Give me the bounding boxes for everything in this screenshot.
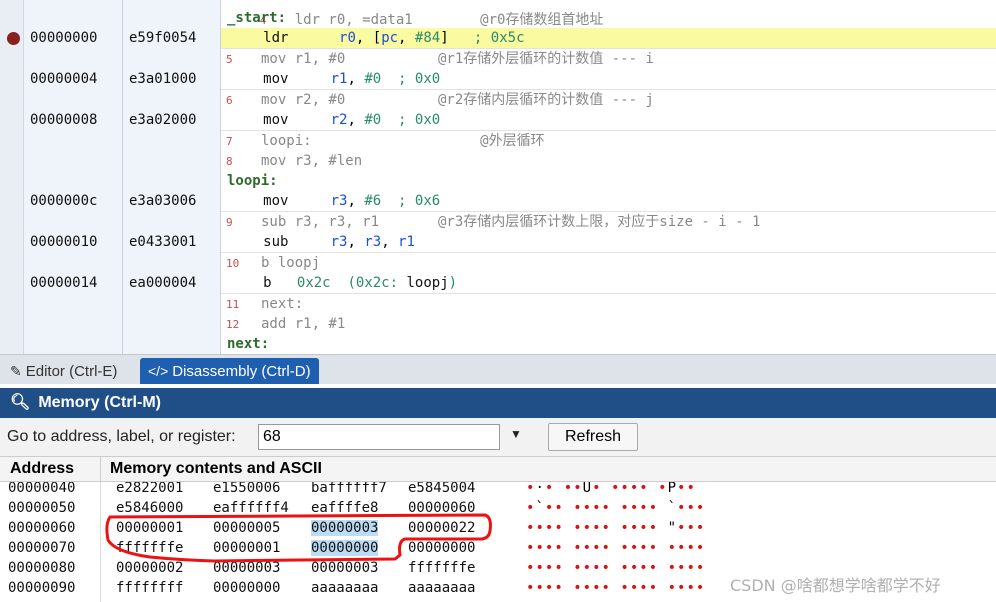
memory-row-address: 00000090: [8, 580, 76, 596]
address-column: [24, 0, 123, 354]
memory-word[interactable]: ffffffff: [116, 580, 183, 596]
instruction-address: 00000004: [30, 71, 98, 87]
source-line: 10 b loopj: [226, 255, 321, 271]
memory-word[interactable]: baffffff7: [311, 482, 387, 496]
instruction-address: 00000008: [30, 112, 98, 128]
memory-word[interactable]: 00000003: [213, 560, 280, 576]
memory-word[interactable]: e5846000: [116, 500, 183, 516]
instruction-line[interactable]: b 0x2c (0x2c: loopj): [221, 273, 996, 293]
instruction-line[interactable]: mov r2, #0 ; 0x0: [221, 110, 996, 130]
instruction-address: 0000000c: [30, 193, 98, 209]
instruction-line[interactable]: sub r3, r3, r1: [221, 232, 996, 252]
operands: r0: [339, 30, 356, 46]
instruction-line[interactable]: mov r3, #6 ; 0x6: [221, 191, 996, 211]
instruction-address: 00000010: [30, 234, 98, 250]
code-icon: </>: [148, 363, 169, 379]
memory-ascii: •••• •••• •••• "•••: [526, 520, 706, 536]
breakpoint-marker[interactable]: [7, 32, 20, 45]
memory-word[interactable]: aaaaaaaa: [311, 580, 378, 596]
instruction-opcode: e3a01000: [129, 71, 197, 87]
breakpoint-gutter[interactable]: [0, 0, 24, 354]
memory-row-address: 00000040: [8, 482, 76, 496]
memory-word[interactable]: 00000001: [116, 520, 183, 536]
memory-table-header: Address Memory contents and ASCII: [0, 456, 996, 483]
source-line: 6 mov r2, #0 @r2存储内层循环的计数值 --- j: [226, 92, 654, 108]
memory-word[interactable]: 00000000: [408, 540, 475, 556]
label-line: next:: [227, 336, 270, 352]
instruction-line-current[interactable]: ldr r0, [pc, #84] ; 0x5c: [221, 28, 996, 48]
memory-word[interactable]: 00000002: [116, 560, 183, 576]
source-line: 11 next:: [226, 296, 304, 312]
source-line: 9 sub r3, r3, r1 @r3存储内层循环计数上限，对应于size - …: [226, 214, 761, 230]
memory-row-address: 00000060: [8, 520, 76, 536]
instruction-line[interactable]: mov r1, #0 ; 0x0: [221, 69, 996, 89]
memory-word[interactable]: fffffffe: [408, 560, 475, 576]
memory-row-address: 00000070: [8, 540, 76, 556]
instruction-opcode: e59f0054: [129, 30, 197, 46]
goto-address-input[interactable]: [258, 424, 500, 450]
memory-row: 00000070 fffffffe 00000001 00000000 00000000…: [0, 540, 996, 560]
source-line: 8 mov r3, #len: [226, 153, 363, 169]
tab-editor[interactable]: ✎ Editor (Ctrl-E): [2, 358, 125, 384]
opcode-column: [123, 0, 221, 354]
memory-word[interactable]: 00000060: [408, 500, 475, 516]
memory-panel-header[interactable]: 🔍︎ Memory (Ctrl-M): [0, 388, 996, 418]
column-header-contents: Memory contents and ASCII: [110, 460, 322, 477]
source-line: 5 mov r1, #0 @r1存储外层循环的计数值 --- i: [226, 51, 654, 67]
memory-row: 00000050 e5846000 eaffffff4 eaffffe8 0000006…: [0, 500, 996, 520]
memory-word[interactable]: 00000003: [311, 520, 379, 536]
memory-word[interactable]: e2822001: [116, 482, 183, 496]
memory-row-address: 00000050: [8, 500, 76, 516]
memory-word[interactable]: e1550006: [213, 482, 280, 496]
edit-icon: ✎: [10, 363, 22, 379]
refresh-button[interactable]: Refresh: [548, 423, 638, 451]
goto-label: Go to address, label, or register:: [7, 428, 236, 445]
label-line: _start:: [227, 10, 287, 26]
memory-word[interactable]: aaaaaaaa: [408, 580, 475, 596]
view-tab-bar: ✎ Editor (Ctrl-E) </> Disassembly (Ctrl-D): [0, 354, 996, 384]
instruction-address: 00000014: [30, 275, 98, 291]
memory-ascii: •`•• •••• •••• `•••: [526, 500, 706, 516]
disassembly-view: 4 ldr r0, =data1 @r0存储数组首地址 _start: ldr r…: [0, 0, 996, 354]
memory-word[interactable]: 00000000: [213, 580, 280, 596]
memory-word[interactable]: 00000022: [408, 520, 475, 536]
memory-word[interactable]: 00000005: [213, 520, 280, 536]
memory-word[interactable]: eaffffe8: [311, 500, 378, 516]
watermark: CSDN @啥都想学啥都学不好: [730, 576, 941, 595]
memory-ascii: •••• •••• •••• ••••: [526, 580, 706, 596]
memory-word[interactable]: 00000001: [213, 540, 280, 556]
label-line: loopi:: [227, 173, 278, 189]
instruction-opcode: e0433001: [129, 234, 197, 250]
memory-row: 00000040 e2822001 e1550006 baffffff7 e584500…: [0, 482, 996, 500]
memory-ascii: •·• ••U• •••• •P••: [526, 482, 696, 496]
memory-row-address: 00000080: [8, 560, 76, 576]
memory-word[interactable]: 00000000: [311, 540, 379, 556]
instruction-opcode: ea000004: [129, 275, 197, 291]
source-line: 7 loopi: @外层循环: [226, 133, 545, 149]
instruction-opcode: e3a03006: [129, 193, 197, 209]
instruction-address: 00000000: [30, 30, 98, 46]
memory-word[interactable]: 00000003: [311, 560, 378, 576]
memory-word[interactable]: fffffffe: [116, 540, 183, 556]
instruction-opcode: e3a02000: [129, 112, 197, 128]
tab-disassembly[interactable]: </> Disassembly (Ctrl-D): [140, 358, 319, 384]
memory-ascii: •••• •••• •••• ••••: [526, 560, 706, 576]
search-icon: 🔍︎: [10, 394, 31, 411]
goto-address-bar: Go to address, label, or register: ▼ Ref…: [0, 418, 996, 456]
memory-word[interactable]: e5845004: [408, 482, 475, 496]
source-line: 12 add r1, #1: [226, 316, 346, 332]
memory-row: 00000060 00000001 00000005 00000003 00000022…: [0, 520, 996, 540]
chevron-down-icon[interactable]: ▼: [510, 427, 522, 441]
column-header-address: Address: [10, 460, 75, 477]
memory-ascii: •••• •••• •••• ••••: [526, 540, 706, 556]
memory-word[interactable]: eaffffff4: [213, 500, 289, 516]
